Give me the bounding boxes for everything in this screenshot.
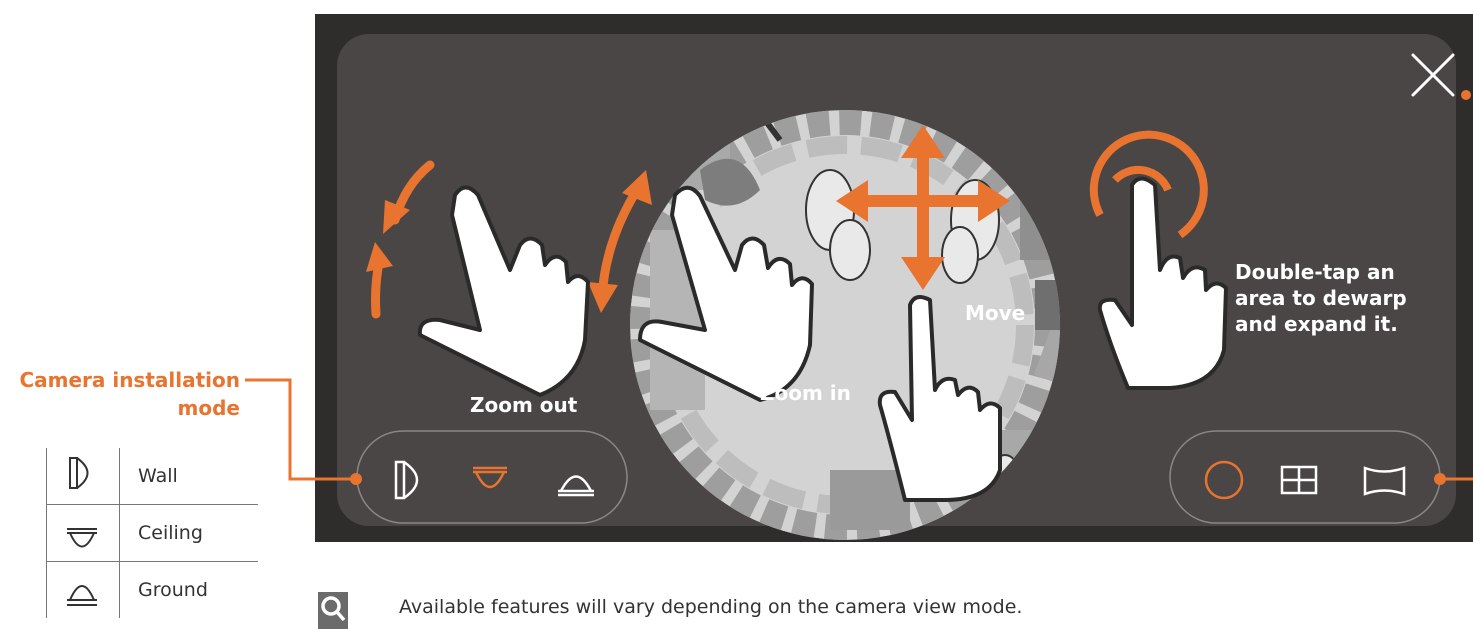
install-mode-title: Camera installation mode	[19, 366, 240, 422]
legend-icon-cell	[46, 448, 120, 505]
install-mode-title-line2: mode	[177, 396, 240, 420]
install-mode-callout-dot	[350, 473, 362, 485]
panorama-view-button[interactable]	[1363, 466, 1406, 496]
double-tap-line-3: and expand it.	[1235, 312, 1398, 336]
legend-icon-cell	[46, 561, 120, 618]
quad-view-button[interactable]	[1280, 465, 1318, 495]
zoom-in-label: Zoom in	[760, 381, 851, 405]
features-note: Available features will vary depending o…	[399, 596, 1023, 618]
legend-row-wall: Wall	[46, 448, 258, 505]
install-mode-title-line1: Camera installation	[19, 368, 240, 392]
fisheye-view-button[interactable]	[1204, 460, 1244, 500]
zoom-out-arrowhead-top	[383, 200, 410, 234]
view-mode-pill	[1169, 430, 1441, 524]
install-mode-callout-line	[245, 378, 356, 481]
double-tap-line-2: area to dewarp	[1235, 286, 1407, 310]
legend-label-ground: Ground	[119, 561, 258, 618]
zoom-out-arrows	[371, 160, 435, 319]
legend-label-ceiling: Ceiling	[119, 504, 258, 562]
install-mode-legend: Wall Ceiling Ground	[46, 448, 258, 618]
legend-row-ground: Ground	[46, 561, 258, 618]
close-callout-dot	[1461, 90, 1471, 100]
legend-icon-cell	[46, 504, 120, 562]
zoom-out-arrowhead-bottom	[366, 242, 393, 272]
move-label: Move	[965, 301, 1026, 325]
ceiling-mode-button[interactable]	[473, 466, 507, 489]
zoom-out-label: Zoom out	[470, 393, 578, 417]
install-mode-pill	[356, 430, 628, 524]
close-icon[interactable]	[1411, 53, 1455, 97]
legend-label-wall: Wall	[119, 448, 258, 505]
ground-mode-button[interactable]	[558, 475, 594, 497]
view-mode-callout-dot	[1434, 473, 1446, 485]
double-tap-line-1: Double-tap an	[1235, 260, 1395, 284]
double-tap-label: Double-tap an area to dewarp and expand …	[1235, 259, 1407, 337]
legend-row-ceiling: Ceiling	[46, 504, 258, 562]
wall-mode-button[interactable]	[394, 460, 419, 500]
